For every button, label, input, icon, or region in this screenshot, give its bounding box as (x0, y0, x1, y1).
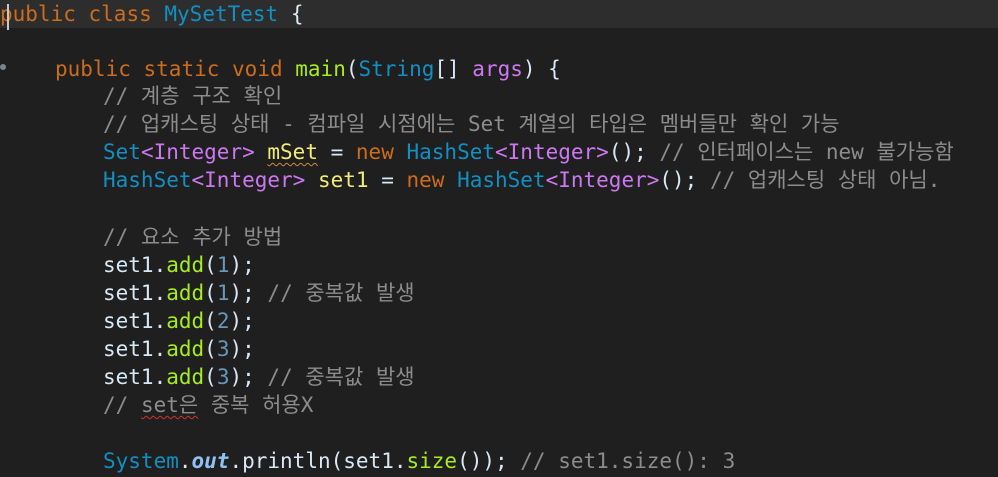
code-line-main-method[interactable]: public static void main(String[] args) { (55, 55, 561, 83)
comment-prefix: // (103, 393, 141, 417)
inline-comment: // set1.size(): 3 (507, 449, 736, 473)
keyword: new (355, 140, 394, 164)
code-line-add[interactable]: set1.add(2); (103, 307, 255, 335)
object-ref: set1 (103, 253, 154, 277)
generic-type: <Integer> (191, 168, 306, 192)
dot: . (153, 309, 167, 333)
statement-end: ); (229, 337, 255, 361)
class-name: HashSet (457, 168, 546, 192)
breakpoint-marker[interactable] (0, 64, 6, 70)
keyword: class (88, 2, 152, 26)
statement-end: ); (229, 309, 255, 333)
object-ref: set1 (103, 337, 154, 361)
inline-comment: // 중복값 발생 (254, 281, 415, 305)
paren-brace: ) { (522, 57, 561, 81)
code-line-add[interactable]: set1.add(1); // 중복값 발생 (103, 279, 415, 307)
code-line-comment[interactable]: // set은 중복 허용X (103, 391, 313, 419)
statement-end: ()); (457, 449, 508, 473)
argument-prefix: (set1. (330, 449, 407, 473)
keyword: static (143, 57, 220, 81)
class-name: HashSet (406, 140, 496, 164)
method-name: add (166, 253, 205, 277)
class-name: HashSet (103, 168, 192, 192)
method-name: println (242, 449, 331, 473)
inline-comment: // 중복값 발생 (254, 365, 415, 389)
dot: . (153, 365, 167, 389)
paren: ( (204, 337, 217, 361)
variable-name: set1 (317, 168, 369, 192)
paren: ( (204, 309, 217, 333)
number-literal: 2 (216, 309, 230, 333)
code-line-comment[interactable]: // 계층 구조 확인 (103, 82, 282, 110)
paren: ( (204, 365, 217, 389)
number-literal: 3 (216, 337, 230, 361)
inline-comment: // 업캐스팅 상태 아님. (697, 168, 941, 192)
statement-end: ); (229, 365, 255, 389)
method-name: add (166, 365, 205, 389)
statement-end: (); (608, 140, 647, 164)
keyword: public (0, 2, 76, 26)
method-name: size (406, 449, 458, 473)
dot: . (178, 449, 192, 473)
class-name: String (358, 57, 435, 81)
code-line-add[interactable]: set1.add(3); (103, 335, 255, 363)
code-line-println[interactable]: System.out.println(set1.size()); // set1… (103, 447, 735, 475)
object-ref: set1 (103, 281, 154, 305)
statement-end: (); (659, 168, 698, 192)
object-ref: set1 (103, 309, 154, 333)
number-literal: 3 (216, 365, 230, 389)
code-editor[interactable]: public class MySetTest { public static v… (0, 0, 998, 477)
keyword: new (406, 168, 445, 192)
method-name: add (166, 309, 205, 333)
assign-operator: = (368, 168, 407, 192)
dot: . (153, 253, 167, 277)
code-line-set1-declaration[interactable]: HashSet<Integer> set1 = new HashSet<Inte… (103, 166, 940, 194)
paren: ( (345, 57, 359, 81)
statement-end: ); (229, 253, 255, 277)
inline-comment: // 인터페이스는 new 불가능함 (646, 140, 954, 164)
number-literal: 1 (216, 253, 230, 277)
array-brackets: [] (434, 57, 473, 81)
code-line-add[interactable]: set1.add(3); // 중복값 발생 (103, 363, 415, 391)
paren: ( (204, 281, 217, 305)
spelling-warning-word: set은 (140, 393, 199, 417)
keyword: public (55, 57, 131, 81)
paren: ( (204, 253, 217, 277)
brace: { (290, 2, 304, 26)
statement-end: ); (229, 281, 255, 305)
generic-type: <Integer> (140, 140, 255, 164)
method-name: main (295, 57, 346, 81)
dot: . (153, 337, 167, 361)
generic-type: <Integer> (495, 140, 609, 164)
class-name: System (103, 449, 179, 473)
static-field: out (191, 449, 230, 473)
parameter-name: args (472, 57, 523, 81)
method-name: add (166, 281, 205, 305)
class-name: Set (103, 140, 141, 164)
number-literal: 1 (216, 281, 230, 305)
code-line-class-declaration[interactable]: public class MySetTest { (0, 0, 998, 28)
code-line-add[interactable]: set1.add(1); (103, 251, 255, 279)
class-name: MySetTest (164, 2, 279, 26)
code-line-mset-declaration[interactable]: Set<Integer> mSet = new HashSet<Integer>… (103, 138, 954, 166)
generic-type: <Integer> (545, 168, 660, 192)
keyword: void (232, 57, 283, 81)
assign-operator: = (317, 140, 356, 164)
method-name: add (166, 337, 205, 361)
variable-name-warning: mSet (267, 140, 318, 164)
code-line-comment[interactable]: // 요소 추가 방법 (103, 223, 282, 251)
object-ref: set1 (103, 365, 154, 389)
comment-text: 중복 허용X (198, 393, 314, 417)
dot: . (229, 449, 243, 473)
text-cursor (7, 4, 9, 30)
dot: . (153, 281, 167, 305)
code-line-comment[interactable]: // 업캐스팅 상태 - 컴파일 시점에는 Set 계열의 타입은 멤버들만 확… (103, 110, 840, 138)
